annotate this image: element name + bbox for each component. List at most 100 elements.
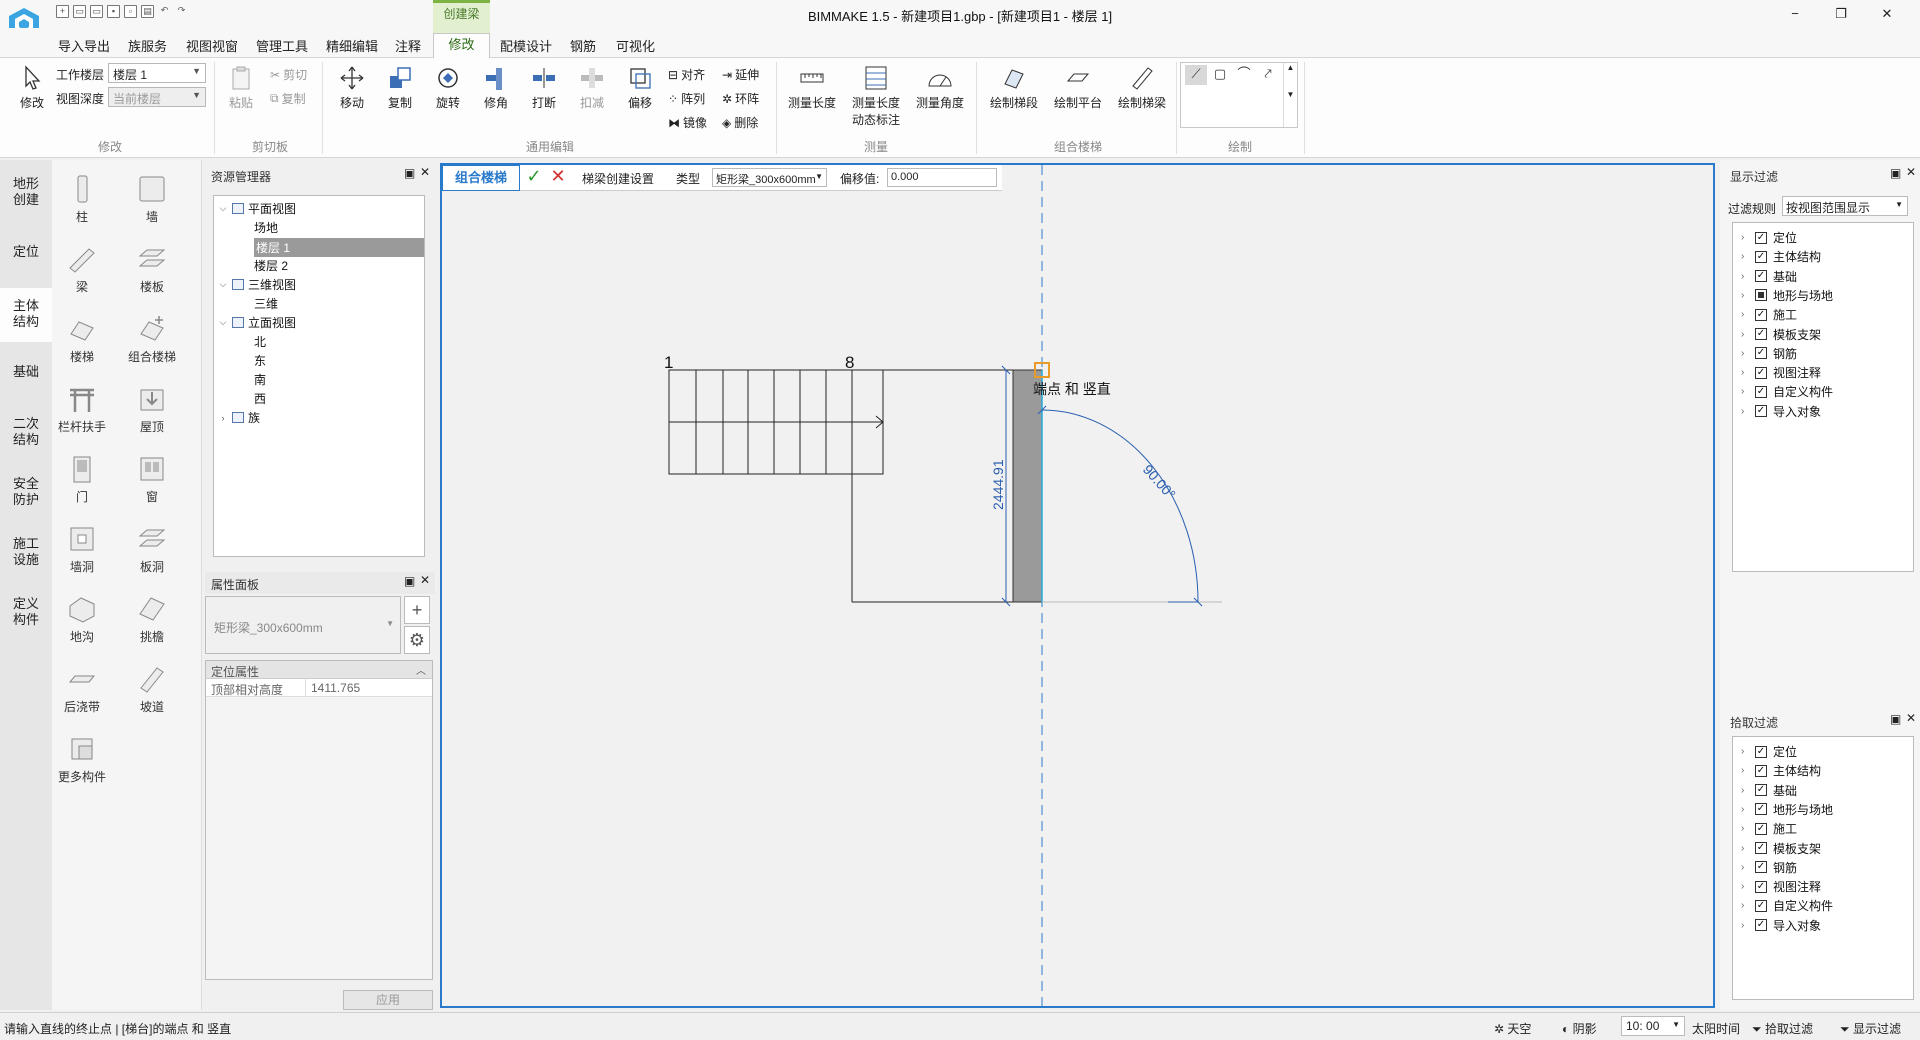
chevron-right-icon[interactable]: › <box>1741 329 1749 340</box>
measure-dynamic-button[interactable]: 测量长度 动态标注 <box>848 64 904 128</box>
filter-checkbox[interactable]: ✓ <box>1755 366 1767 379</box>
chevron-right-icon[interactable]: › <box>1741 843 1749 854</box>
filter-item[interactable]: › ✓ 导入对象 <box>1741 403 1821 420</box>
filter-item[interactable]: › ✓ 自定义构件 <box>1741 897 1833 914</box>
tab-safety[interactable]: 安全防护 <box>0 476 52 516</box>
filter-checkbox[interactable]: ✓ <box>1755 231 1767 244</box>
draw-platform-button[interactable]: 绘制平台 <box>1050 64 1106 111</box>
open-file-icon[interactable]: ▭ <box>73 5 86 18</box>
chevron-right-icon[interactable]: › <box>1741 862 1749 873</box>
chevron-right-icon[interactable]: › <box>1741 785 1749 796</box>
tree-node[interactable]: ⌵ 三维视图 <box>218 276 296 293</box>
filter-checkbox[interactable]: ✓ <box>1755 880 1767 893</box>
save-as-icon[interactable]: ▫ <box>124 5 137 18</box>
component-trench[interactable]: 地沟 <box>52 594 112 645</box>
trim-button[interactable]: 修角 <box>478 64 514 111</box>
component-railing[interactable]: 栏杆扶手 <box>52 384 112 435</box>
filter-item[interactable]: › ✓ 模板支架 <box>1741 840 1821 857</box>
tab-modify[interactable]: 修改 <box>433 33 490 59</box>
component-slab[interactable]: 楼板 <box>122 244 182 295</box>
stair-beam-preview[interactable] <box>1012 369 1043 603</box>
tab-manage-tools[interactable]: 管理工具 <box>256 36 308 55</box>
tab-view-window[interactable]: 视图视窗 <box>186 36 238 55</box>
mirror-button[interactable]: ⧓ 镜像 <box>668 114 707 131</box>
beam-type-select[interactable]: 矩形梁_300x600mm ▼ <box>712 168 827 187</box>
rotate-button[interactable]: 旋转 <box>430 64 466 111</box>
chevron-right-icon[interactable]: › <box>1741 804 1749 815</box>
open-folder-icon[interactable]: ▭ <box>90 5 103 18</box>
chevron-right-icon[interactable]: › <box>1741 406 1749 417</box>
chevron-right-icon[interactable]: › <box>1741 746 1749 757</box>
chevron-down-icon[interactable]: ⌵ <box>218 203 228 214</box>
chevron-right-icon[interactable]: › <box>1741 765 1749 776</box>
tree-node[interactable]: ⌵ 平面视图 <box>218 200 296 217</box>
chevron-right-icon[interactable]: › <box>1741 920 1749 931</box>
close-panel-icon[interactable]: ✕ <box>420 573 430 587</box>
ring-array-button[interactable]: ✲ 环阵 <box>722 90 759 107</box>
chevron-right-icon[interactable]: › <box>1741 271 1749 282</box>
tab-terrain[interactable]: 地形创建 <box>0 176 52 216</box>
deduct-button[interactable]: 扣减 <box>574 64 610 111</box>
filter-checkbox[interactable]: ✓ <box>1755 919 1767 932</box>
filter-item[interactable]: › ✓ 导入对象 <box>1741 917 1821 934</box>
time-select[interactable]: 10: 00 ▼ <box>1621 1016 1685 1036</box>
tree-node[interactable]: 三维 <box>254 295 278 312</box>
array-button[interactable]: ⁘ 阵列 <box>668 90 705 107</box>
apply-button[interactable]: 应用 <box>343 990 433 1010</box>
pin-icon[interactable]: ▣ <box>404 574 415 588</box>
chevron-right-icon[interactable]: › <box>218 413 228 423</box>
tree-node[interactable]: 南 <box>254 371 266 388</box>
extend-button[interactable]: ⇥ 延伸 <box>722 66 759 83</box>
tree-node[interactable]: 西 <box>254 390 266 407</box>
filter-item[interactable]: › ✓ 模板支架 <box>1741 326 1821 343</box>
align-button[interactable]: ⊟ 对齐 <box>668 66 705 83</box>
filter-item[interactable]: › ✓ 自定义构件 <box>1741 383 1833 400</box>
chevron-right-icon[interactable]: › <box>1741 348 1749 359</box>
palette-scrollbar[interactable]: ▲ ▼ <box>1283 63 1297 127</box>
chevron-down-icon[interactable]: ⌵ <box>218 317 228 328</box>
component-roof[interactable]: 屋顶 <box>122 384 182 435</box>
print-icon[interactable]: ▤ <box>141 5 154 18</box>
chevron-right-icon[interactable]: › <box>1741 290 1749 301</box>
filter-checkbox[interactable] <box>1755 289 1767 302</box>
view-depth-select[interactable]: 当前楼层 ▼ <box>108 87 206 107</box>
delete-button[interactable]: ◈ 删除 <box>722 114 758 131</box>
pick-line-tool-icon[interactable]: ⤤ <box>1257 65 1279 85</box>
filter-checkbox[interactable]: ✓ <box>1755 764 1767 777</box>
sky-toggle[interactable]: ✲ 天空 <box>1494 1020 1531 1037</box>
draw-stair-beam-button[interactable]: 绘制梯梁 <box>1114 64 1170 111</box>
component-slab-opening[interactable]: 板洞 <box>122 524 182 575</box>
angle-arc[interactable] <box>1037 405 1203 607</box>
filter-item[interactable]: › 地形与场地 <box>1741 287 1833 304</box>
line-tool-icon[interactable]: ⟋ <box>1185 65 1207 85</box>
filter-item[interactable]: › ✓ 钢筋 <box>1741 345 1797 362</box>
component-combined-stair[interactable]: 组合楼梯 <box>122 314 182 365</box>
cut-button[interactable]: ✂ 剪切 <box>270 66 307 83</box>
work-floor-select[interactable]: 楼层 1 ▼ <box>108 63 206 83</box>
drawing-viewport[interactable]: 1 8 2444.91 90.00° 端点 和 竖直 组合楼梯 ✓ ✕ 梯梁创建… <box>440 163 1715 1008</box>
filter-item[interactable]: › ✓ 基础 <box>1741 268 1797 285</box>
chevron-right-icon[interactable]: › <box>1741 823 1749 834</box>
restore-button[interactable]: ❐ <box>1818 2 1864 26</box>
paste-button[interactable]: 粘贴 <box>222 64 260 111</box>
filter-item[interactable]: › ✓ 地形与场地 <box>1741 801 1833 818</box>
tree-node[interactable]: 场地 <box>254 219 278 236</box>
tab-construction-facility[interactable]: 施工设施 <box>0 536 52 576</box>
filter-item[interactable]: › ✓ 施工 <box>1741 306 1797 323</box>
modify-button[interactable]: 修改 <box>14 64 50 111</box>
tab-import-export[interactable]: 导入导出 <box>58 36 110 55</box>
tree-node[interactable]: 楼层 2 <box>254 257 288 274</box>
component-ramp[interactable]: 坡道 <box>122 664 182 715</box>
filter-item[interactable]: › ✓ 钢筋 <box>1741 859 1797 876</box>
rectangle-tool-icon[interactable]: ▢ <box>1209 65 1231 85</box>
property-row[interactable]: 顶部相对高度 1411.765 <box>206 679 432 697</box>
component-column[interactable]: 柱 <box>52 174 112 225</box>
move-button[interactable]: 移动 <box>334 64 370 111</box>
filter-checkbox[interactable]: ✓ <box>1755 842 1767 854</box>
filter-item[interactable]: › ✓ 主体结构 <box>1741 248 1821 265</box>
cancel-x-icon[interactable]: ✕ <box>548 167 568 187</box>
close-panel-icon[interactable]: ✕ <box>420 165 430 179</box>
tab-fine-edit[interactable]: 精细编辑 <box>326 36 378 55</box>
minimize-button[interactable]: − <box>1772 2 1818 26</box>
copy-button[interactable]: 复制 <box>382 64 418 111</box>
